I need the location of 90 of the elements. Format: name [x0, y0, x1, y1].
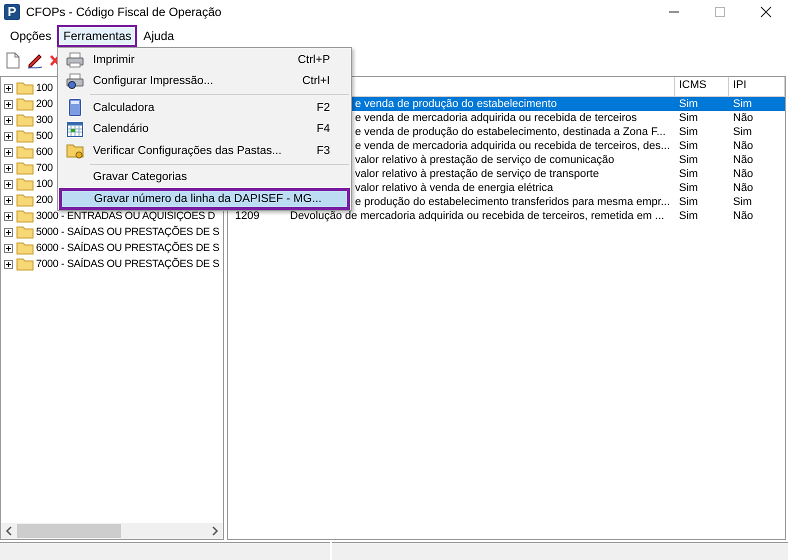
menu-item[interactable]: Gravar Categorias [59, 166, 350, 188]
tree-item[interactable]: 700 [36, 162, 53, 174]
expand-toggle[interactable] [4, 148, 13, 156]
table-cell-text: e produção do estabelecimento transferidos para mesma empr... [355, 195, 671, 209]
table-cell-text: Sim [678, 209, 699, 223]
new-document-icon[interactable] [6, 52, 20, 68]
table-cell-text: Sim [732, 97, 753, 111]
table-cell-text: e venda de mercadoria adquirida ou recebida de terceiros [355, 111, 638, 125]
window-title: CFOPs - Código Fiscal de Operação [26, 5, 222, 19]
folder-icon [16, 97, 34, 111]
expand-toggle[interactable] [4, 228, 13, 236]
pencil-icon[interactable] [26, 52, 44, 68]
table-cell-text: Sim [732, 125, 753, 139]
folder-icon [16, 177, 34, 191]
table-cell-text: Sim [678, 139, 699, 153]
table-cell-text: Não [732, 111, 754, 125]
table-cell-text: Sim [678, 97, 699, 111]
expand-toggle[interactable] [4, 180, 13, 188]
calculator-icon [69, 99, 81, 116]
column-header[interactable]: ICMS [675, 77, 729, 96]
table-cell-text: Sim [678, 111, 699, 125]
expand-toggle[interactable] [4, 84, 13, 92]
tree-item[interactable]: 100 [36, 82, 53, 94]
table-cell-text: Não [732, 139, 754, 153]
scroll-left-icon[interactable] [5, 526, 13, 536]
table-cell-text: Devolução de mercadoria adquirida ou recebida de terceiros, remetida em ... [290, 209, 666, 223]
menu-item[interactable]: Imprimir Ctrl+P [59, 49, 350, 70]
tree-item[interactable]: 300 [36, 114, 53, 126]
table-cell-text: Não [732, 153, 754, 167]
table-cell-text: Sim [678, 153, 699, 167]
expand-toggle[interactable] [4, 132, 13, 140]
column-header[interactable]: IPI [729, 77, 785, 96]
horizontal-scrollbar[interactable] [1, 523, 223, 539]
expand-toggle[interactable] [4, 196, 13, 204]
scroll-right-icon[interactable] [211, 526, 219, 536]
folder-icon [16, 225, 34, 239]
calendar-icon [67, 122, 83, 137]
expand-toggle[interactable] [4, 116, 13, 124]
expand-toggle[interactable] [4, 244, 13, 252]
table-cell-text: Sim [678, 195, 699, 209]
expand-toggle[interactable] [4, 100, 13, 108]
menu-item[interactable]: Opções [4, 25, 58, 47]
table-cell-text: e venda de produção do estabelecimento, destinada a Zona F... [355, 125, 667, 139]
folder-icon [66, 142, 84, 159]
table-cell-text: Sim [732, 195, 753, 209]
tree-item[interactable]: 3000 - ENTRADAS OU AQUISIÇÕES D [36, 210, 215, 222]
table-cell-text: Sim [678, 181, 699, 195]
tree-item[interactable]: 7000 - SAÍDAS OU PRESTAÇÕES DE S [36, 258, 220, 270]
folder-icon [16, 113, 34, 127]
menu-item[interactable]: Gravar número da linha da DAPISEF - MG... [59, 188, 350, 210]
folder-icon [16, 81, 34, 95]
expand-toggle[interactable] [4, 260, 13, 268]
tree-item[interactable]: 500 [36, 130, 53, 142]
table-row[interactable]: 1209 Devolução de mercadoria adquirida ou recebida de terceiros, remetida em ... Sim Não [228, 209, 785, 223]
expand-toggle[interactable] [4, 164, 13, 172]
table-cell-text: valor relativo à prestação de serviço de transporte [355, 167, 600, 181]
menu-item[interactable]: Ajuda [137, 25, 180, 47]
folder-icon [16, 209, 34, 223]
folder-icon [16, 257, 34, 271]
folder-icon [16, 193, 34, 207]
table-cell-text: valor relativo à venda de energia elétrica [355, 181, 554, 195]
delete-icon[interactable] [50, 54, 60, 66]
table-cell-text: valor relativo à prestação de serviço de comunicação [355, 153, 616, 167]
menu-item[interactable]: Calendário F4 [59, 118, 350, 140]
tree-item[interactable]: 200 [36, 194, 53, 206]
app-logo: P [4, 4, 20, 20]
table-cell-text: e venda de mercadoria adquirida ou recebida de terceiros, des... [355, 139, 671, 153]
tree-item[interactable]: 6000 - SAÍDAS OU PRESTAÇÕES DE S [36, 242, 220, 254]
folder-icon [16, 161, 34, 175]
printer-icon [66, 52, 84, 68]
table-cell-text: Não [732, 209, 754, 223]
expand-toggle[interactable] [4, 212, 13, 220]
table-cell-text: Não [732, 181, 754, 195]
menu-item[interactable]: Ferramentas [57, 25, 138, 47]
tree-item[interactable]: 200 [36, 98, 53, 110]
table-cell-text: e venda de produção do estabelecimento [355, 97, 558, 111]
tree-item[interactable]: 5000 - SAÍDAS OU PRESTAÇÕES DE S [36, 226, 220, 238]
table-cell-text: Sim [678, 125, 699, 139]
table-cell-text: Não [732, 167, 754, 181]
tree-item[interactable]: 100 [36, 178, 53, 190]
table-cell-text: 1209 [234, 209, 260, 223]
folder-icon [16, 129, 34, 143]
printer-gear-icon [66, 73, 84, 90]
tree-item[interactable]: 600 [36, 146, 53, 158]
menu-item[interactable]: Verificar Configurações das Pastas... F3 [59, 140, 350, 162]
table-cell-text: Sim [678, 167, 699, 181]
folder-icon [16, 145, 34, 159]
folder-icon [16, 241, 34, 255]
menu-item[interactable]: Configurar Impressão... Ctrl+I [59, 70, 350, 92]
close-icon[interactable] [760, 6, 772, 18]
